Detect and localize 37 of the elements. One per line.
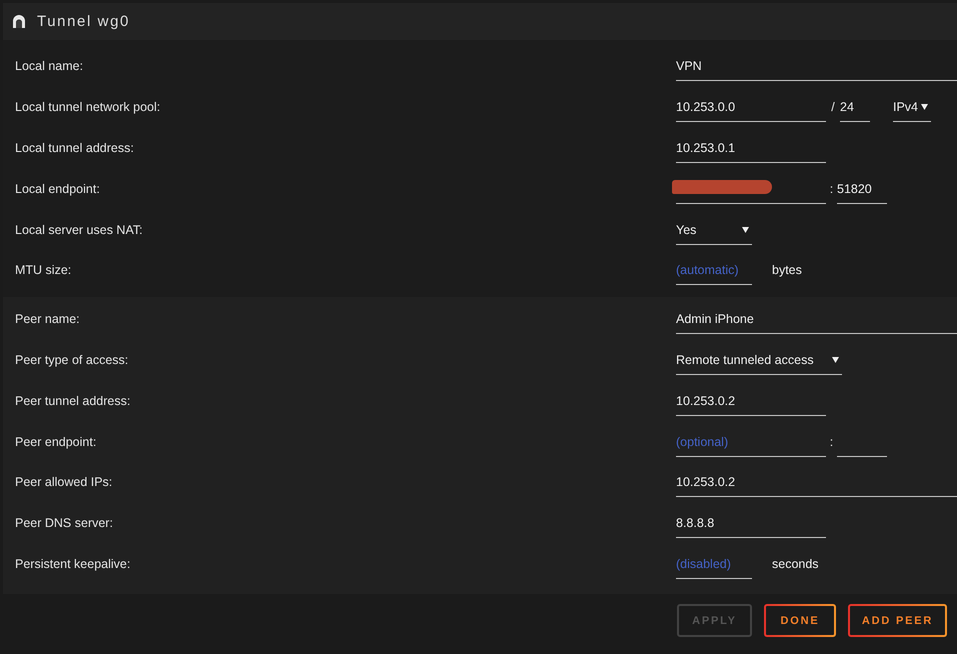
field-label: Peer type of access: [15,352,128,367]
field-label: Local name: [15,59,84,74]
text-field[interactable]: Admin iPhone [676,304,957,334]
text-field[interactable]: 8.8.8.8 [676,508,826,538]
caret-icon [742,226,749,233]
dropdown[interactable]: Yes [676,214,752,245]
unit-label: seconds [772,556,819,571]
text-field[interactable]: 10.253.0.1 [676,132,826,163]
tunnel-icon [13,15,25,28]
field-label: Local tunnel network pool: [15,100,160,114]
text-field[interactable]: 51820 [837,174,887,204]
field-label: Peer tunnel address: [15,394,130,408]
field-label: Peer DNS server: [15,516,113,530]
dropdown[interactable]: IPv4 [893,92,932,122]
panel-title: Tunnel wg0 [37,13,130,30]
caret-icon [832,356,839,363]
separator-text: : [828,434,834,449]
field-label: Peer endpoint: [15,434,96,449]
text-field[interactable]: 10.253.0.2 [676,467,957,498]
field-label: Persistent keepalive: [15,556,130,571]
separator-text: / [830,100,836,114]
text-field[interactable]: VPN [676,51,957,82]
caret-icon [921,104,928,110]
unit-label: bytes [772,263,802,278]
field-label: Local tunnel address: [15,140,134,155]
field-label: MTU size: [15,263,72,278]
text-field[interactable]: 10.253.0.2 [676,386,826,416]
text-field[interactable]: 10.253.0.0 [676,92,826,122]
field-label: Peer allowed IPs: [15,475,112,490]
text-field[interactable]: 24 [840,92,870,122]
field-label: Peer name: [15,312,80,326]
field-label: Local endpoint: [15,182,100,196]
dropdown[interactable]: Remote tunneled access [676,344,842,375]
action-button[interactable]: ADD PEER [848,604,947,638]
action-button[interactable]: DONE [764,604,836,638]
separator-text: : [828,182,834,196]
field-label: Local server uses NAT: [15,222,143,237]
